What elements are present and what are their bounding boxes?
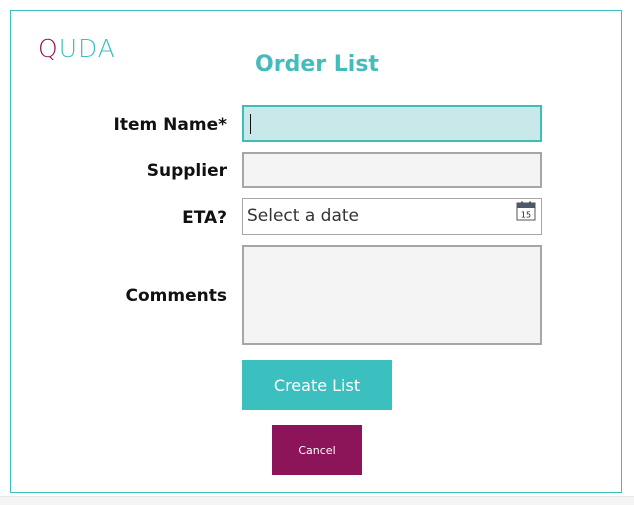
page-title: Order List (255, 52, 379, 77)
item-name-label: Item Name* (113, 115, 227, 135)
cancel-button[interactable]: Cancel (272, 425, 362, 475)
quda-logo: QUDA (38, 34, 116, 64)
item-name-input[interactable] (242, 105, 542, 142)
text-caret (250, 114, 251, 134)
calendar-day: 15 (521, 211, 531, 220)
logo-letters-uda: UDA (58, 34, 116, 63)
comments-textarea[interactable] (242, 245, 542, 345)
comments-label: Comments (125, 286, 227, 306)
supplier-label: Supplier (146, 161, 227, 181)
bottom-strip (0, 496, 634, 505)
logo-letter-q: Q (38, 34, 59, 63)
create-list-button[interactable]: Create List (242, 360, 392, 410)
supplier-input[interactable] (242, 152, 542, 188)
eta-label: ETA? (182, 208, 227, 228)
eta-date-picker[interactable]: Select a date 15 (242, 198, 542, 235)
date-placeholder: Select a date (247, 206, 360, 226)
calendar-icon[interactable]: 15 (516, 201, 536, 221)
